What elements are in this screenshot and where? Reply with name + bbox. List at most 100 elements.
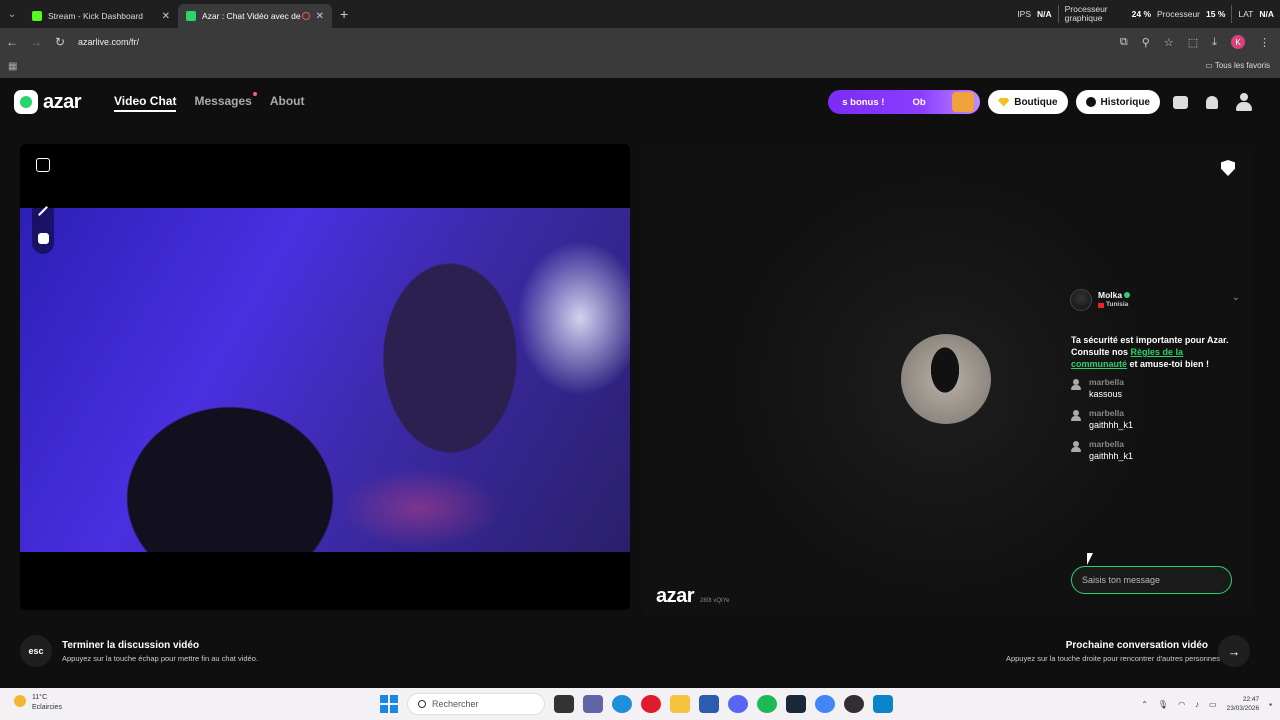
message-user: marbella (1089, 439, 1124, 449)
reload-icon[interactable]: ↻ (48, 35, 72, 49)
gem-icon (998, 97, 1010, 107)
battery-icon[interactable]: ▭ (1209, 700, 1217, 709)
message-text: gaithhh_k1 (1089, 451, 1134, 461)
tab-title: Azar : Chat Vidéo avec de n (202, 11, 302, 21)
mouse-cursor-icon (1087, 553, 1093, 565)
install-app-icon[interactable]: ⧉ (1120, 36, 1128, 49)
boutique-label: Boutique (1014, 96, 1058, 108)
search-placeholder: Rechercher (432, 699, 479, 709)
bonus-banner[interactable]: s bonus ! Ob (828, 90, 981, 114)
message-user: marbella (1089, 377, 1124, 387)
edge-icon[interactable] (612, 695, 632, 713)
download-icon[interactable]: ⤓ (1212, 36, 1217, 49)
flag-icon (1098, 302, 1104, 308)
list-item: marbella gaithhh_k1 (1071, 439, 1241, 470)
bookmarks-bar: ▦ ▭ Tous les favoris (0, 56, 1280, 78)
boutique-button[interactable]: Boutique (988, 90, 1068, 114)
url-text: azarlive.com/fr/ (78, 37, 140, 47)
magic-wand-icon[interactable] (38, 206, 48, 217)
task-view-icon[interactable] (554, 695, 574, 713)
chrome-icon[interactable] (815, 695, 835, 713)
close-tab-icon[interactable]: ✕ (316, 11, 324, 22)
clock[interactable]: 22:47 23/03/2026 (1227, 695, 1260, 713)
list-item: marbella gaithhh_k1 (1071, 408, 1241, 439)
weather-sun-icon (14, 695, 26, 707)
store-icon[interactable] (1168, 90, 1192, 114)
nav-messages[interactable]: Messages (194, 92, 257, 108)
nav-about[interactable]: About (270, 94, 305, 108)
next-chat-title: Prochaine conversation vidéo (1065, 640, 1208, 651)
extensions-icon[interactable]: ⬚ (1188, 36, 1198, 49)
apps-grid-icon[interactable]: ▦ (8, 61, 17, 72)
end-chat-button[interactable]: esc (20, 635, 52, 667)
main-nav: Video Chat Messages About (114, 92, 305, 112)
azar-page: azar Video Chat Messages About s bonus !… (0, 78, 1280, 688)
video-tools (32, 200, 54, 254)
chevron-up-icon[interactable]: ⌃ (1141, 700, 1148, 709)
face-filter-icon[interactable] (37, 232, 49, 244)
tab-title: Stream - Kick Dashboard (48, 11, 143, 21)
url-field[interactable]: azarlive.com/fr/ (0, 37, 140, 120)
bell-icon[interactable] (1200, 90, 1224, 114)
bookmark-star-icon[interactable]: ☆ (1164, 36, 1174, 49)
obs-icon[interactable] (844, 695, 864, 713)
performance-overlay: IPS N/A Processeur graphique 24 % Process… (1017, 0, 1274, 28)
historique-label: Historique (1100, 96, 1150, 108)
tab-azar[interactable]: Azar : Chat Vidéo avec de n ✕ (178, 4, 332, 28)
self-video-feed (20, 208, 630, 552)
volume-icon[interactable]: ♪ (1195, 700, 1199, 709)
desktop-app-icon[interactable] (873, 695, 893, 713)
teams-icon[interactable] (583, 695, 603, 713)
cpu-value: 15 % (1206, 9, 1226, 19)
zoom-icon[interactable]: ⚲ (1142, 36, 1150, 49)
azar-logo[interactable]: azar (14, 90, 82, 114)
watermark-logo: azar (656, 585, 695, 607)
nav-video-chat[interactable]: Video Chat (114, 94, 177, 112)
expand-icon[interactable] (36, 158, 50, 172)
site-header: azar Video Chat Messages About s bonus !… (0, 78, 1280, 126)
discord-icon[interactable] (728, 695, 748, 713)
next-chat-button[interactable]: → (1218, 635, 1250, 667)
file-explorer-icon[interactable] (670, 695, 690, 713)
profile-avatar[interactable]: K (1231, 35, 1245, 49)
divider (1057, 5, 1059, 23)
chevron-down-icon[interactable]: ⌄ (1232, 292, 1240, 303)
notification-icon[interactable]: ▪ (1269, 700, 1272, 709)
user-profile-icon[interactable] (1232, 90, 1256, 114)
back-icon[interactable]: ← (0, 35, 24, 49)
forward-icon[interactable]: → (24, 35, 48, 49)
all-bookmarks-button[interactable]: ▭ Tous les favoris (1205, 61, 1270, 70)
store-app-icon[interactable] (699, 695, 719, 713)
weather-widget[interactable]: 11°C Eclaircies (14, 693, 62, 713)
user-icon (1071, 410, 1081, 422)
tab-search-menu-icon[interactable]: ⌄ (0, 0, 24, 28)
start-icon[interactable] (380, 695, 398, 713)
end-chat-title: Terminer la discussion vidéo (62, 640, 200, 651)
spotify-icon[interactable] (757, 695, 777, 713)
partner-header[interactable]: Molka Tunisia ⌄ (1070, 288, 1242, 312)
wifi-icon[interactable]: ◠ (1178, 700, 1185, 709)
windows-taskbar: 11°C Eclaircies Rechercher ⌃ 🎙 ◠ ♪ ▭ 22:… (0, 688, 1280, 720)
list-item: marbella kassous (1071, 377, 1241, 408)
more-menu-icon[interactable]: ⋮ (1259, 36, 1270, 49)
close-tab-icon[interactable]: ✕ (162, 11, 170, 22)
tab-kick-dashboard[interactable]: Stream - Kick Dashboard ✕ (24, 4, 178, 28)
bottom-actions: esc Terminer la discussion vidéo Appuyez… (0, 633, 1280, 673)
microphone-icon[interactable]: 🎙 (1158, 700, 1168, 709)
new-tab-button[interactable]: + (340, 6, 348, 22)
azar-logo-icon (14, 90, 38, 114)
clock-date: 23/03/2026 (1226, 705, 1260, 712)
partner-watermark: azar 280t vQtYe (656, 585, 730, 608)
opera-icon[interactable] (641, 695, 661, 713)
message-list: marbella kassous marbella gaithhh_k1 marbe… (1071, 377, 1241, 470)
message-input[interactable]: Saisis ton message (1071, 566, 1232, 594)
taskbar-search[interactable]: Rechercher (407, 693, 545, 715)
steam-icon[interactable] (786, 695, 806, 713)
message-text: gaithhh_k1 (1089, 420, 1134, 430)
message-text: kassous (1089, 389, 1123, 399)
user-icon (1071, 441, 1081, 453)
historique-button[interactable]: Historique (1075, 90, 1160, 114)
gpu-value: 24 % (1131, 9, 1152, 19)
report-shield-icon[interactable] (1221, 160, 1235, 176)
divider (1231, 5, 1233, 23)
